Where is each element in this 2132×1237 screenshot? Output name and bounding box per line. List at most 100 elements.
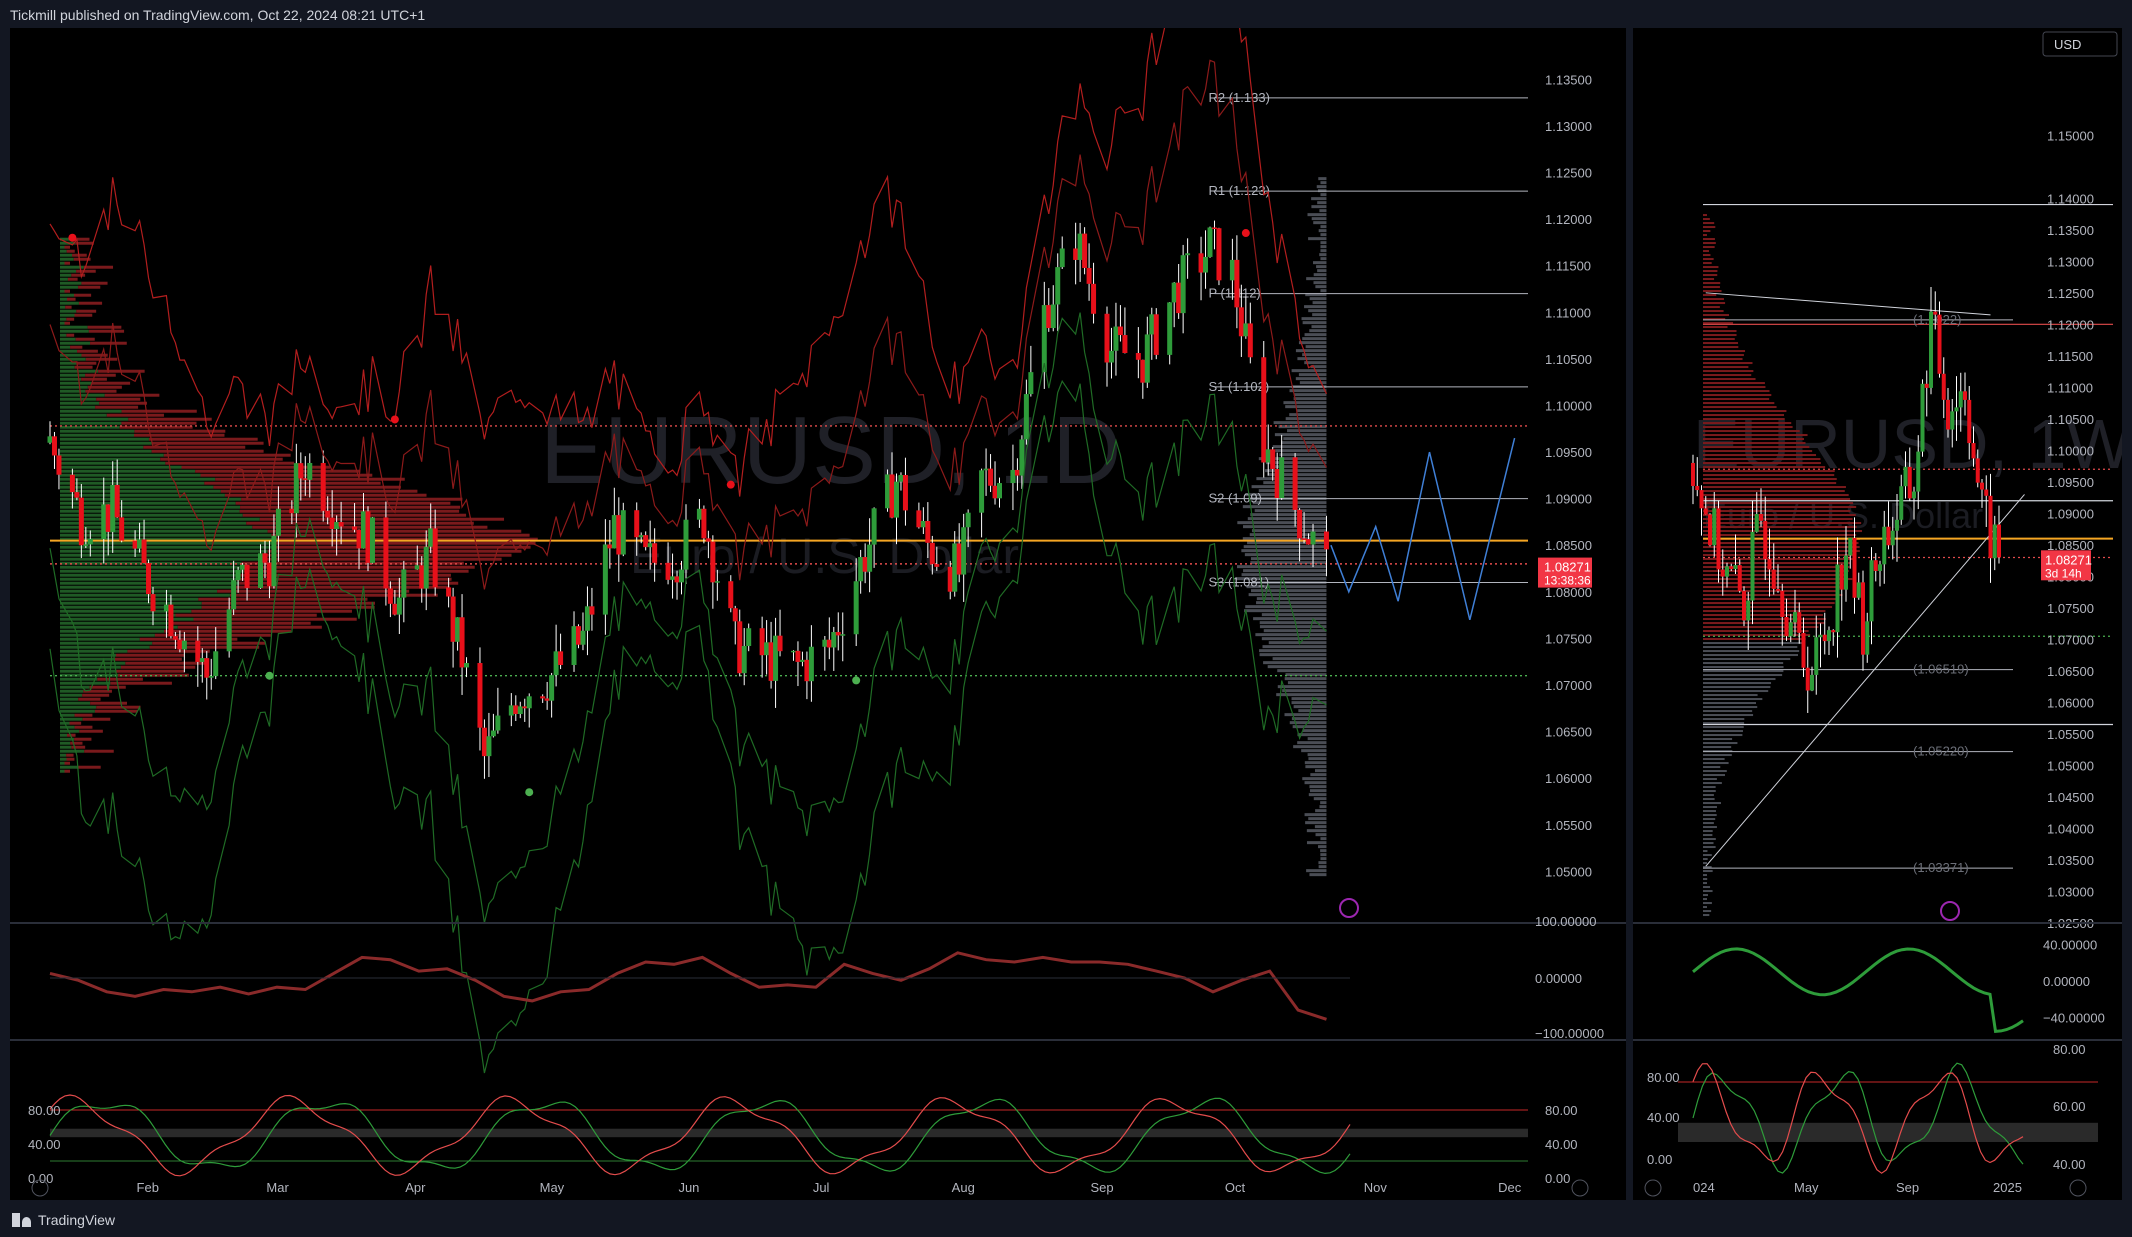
volume-profile-bar bbox=[1703, 882, 1707, 885]
price-axis-label: 1.07000 bbox=[2047, 632, 2094, 647]
volume-profile-bar-ask bbox=[125, 661, 206, 665]
volume-profile-bar bbox=[1703, 714, 1754, 717]
price-axis-label: 1.14000 bbox=[2047, 191, 2094, 206]
volume-profile-bar bbox=[1703, 854, 1712, 857]
volume-profile-bar bbox=[1703, 314, 1730, 317]
volume-profile-bar bbox=[1703, 422, 1792, 425]
daily-chart-svg[interactable]: EURUSD, 1DEuro / U.S. DollarR2 (1.133)R1… bbox=[10, 0, 1626, 1200]
countdown-label: 13:38:36 bbox=[1544, 574, 1591, 588]
volume-profile-bar-ask bbox=[152, 641, 265, 645]
volume-profile-bar-bid bbox=[60, 705, 97, 709]
volume-profile-bar-bid bbox=[60, 373, 86, 377]
volume-profile-bar-ask bbox=[149, 645, 260, 649]
session-volume-bar bbox=[1319, 209, 1327, 213]
volume-profile-bar-ask bbox=[271, 545, 531, 549]
session-volume-bar bbox=[1273, 421, 1327, 425]
candle-body bbox=[361, 511, 367, 549]
candle-body bbox=[419, 565, 425, 589]
tradingview-logo[interactable]: TradingView bbox=[12, 1212, 115, 1228]
candle-body bbox=[1835, 564, 1840, 633]
stoch-axis-label-left: 80.00 bbox=[1647, 1070, 1680, 1085]
momentum-axis-label: 0.00000 bbox=[2043, 974, 2090, 989]
session-volume-bar bbox=[1308, 757, 1327, 761]
volume-profile-bar bbox=[1703, 446, 1810, 449]
volume-profile-bar-ask bbox=[88, 329, 125, 333]
candle-body bbox=[401, 569, 407, 598]
candle-body bbox=[737, 621, 743, 674]
candle-body bbox=[213, 651, 219, 677]
candle-body bbox=[1963, 391, 1967, 400]
candle-body bbox=[898, 475, 904, 482]
volume-profile-bar bbox=[1703, 798, 1715, 801]
candle-body bbox=[961, 527, 967, 575]
a-icon[interactable] bbox=[1571, 1179, 1589, 1197]
candle-body bbox=[69, 474, 75, 493]
candle-body bbox=[759, 628, 765, 656]
volume-profile-bar-ask bbox=[191, 609, 352, 613]
volume-profile-bar bbox=[1703, 370, 1754, 373]
session-volume-bar bbox=[1305, 765, 1327, 769]
candle-body bbox=[1180, 255, 1186, 314]
volume-profile-bar-ask bbox=[139, 637, 238, 641]
volume-profile-bar-bid bbox=[60, 269, 77, 273]
volume-profile-bar-bid bbox=[60, 289, 65, 293]
volume-profile-bar-ask bbox=[198, 597, 368, 601]
session-volume-bar bbox=[1313, 221, 1327, 225]
session-volume-bar bbox=[1289, 389, 1327, 393]
volume-profile-bar bbox=[1703, 598, 1839, 601]
candle-body bbox=[808, 646, 814, 682]
candle-body bbox=[1019, 439, 1025, 476]
candle-body bbox=[589, 606, 595, 615]
z-icon[interactable] bbox=[1644, 1179, 1662, 1197]
volume-profile-bar-bid bbox=[60, 449, 152, 453]
volume-profile-bar-bid bbox=[60, 625, 178, 629]
candle-body bbox=[266, 562, 272, 587]
volume-profile-bar bbox=[1703, 234, 1707, 237]
candle-body bbox=[1310, 531, 1316, 545]
a-icon[interactable] bbox=[2069, 1179, 2087, 1197]
time-axis-label: Feb bbox=[137, 1180, 159, 1195]
volume-profile-bar bbox=[1703, 546, 1860, 549]
volume-profile-bar bbox=[1703, 614, 1823, 617]
weekly-chart-panel[interactable]: EURUSD, 1WEuro / U.S. Dollar(1.1022)(1.0… bbox=[1633, 28, 2132, 1200]
session-volume-bar bbox=[1320, 245, 1327, 249]
volume-profile-bar-ask bbox=[200, 473, 373, 477]
candle-body bbox=[1243, 323, 1249, 337]
session-volume-bar bbox=[1261, 613, 1327, 617]
candle-body bbox=[1708, 514, 1712, 546]
volume-profile-bar bbox=[1703, 250, 1709, 253]
volume-profile-bar-ask bbox=[66, 249, 75, 253]
price-axis-label: 1.05500 bbox=[1545, 818, 1592, 833]
volume-profile-bar-ask bbox=[229, 593, 438, 597]
daily-chart-panel[interactable]: EURUSD, 1D Euro / U.S. Dollar R2 (1.133) R1… bbox=[10, 0, 1626, 1200]
session-volume-bar bbox=[1320, 257, 1327, 261]
session-volume-bar bbox=[1304, 305, 1327, 309]
lightning-icon[interactable] bbox=[1339, 898, 1359, 918]
volume-profile-bar bbox=[1703, 618, 1826, 621]
price-axis-label: 1.06500 bbox=[1545, 725, 1592, 740]
volume-profile-bar bbox=[1703, 306, 1720, 309]
weekly-chart-svg[interactable]: EURUSD, 1WEuro / U.S. Dollar(1.1022)(1.0… bbox=[1633, 28, 2132, 1200]
lightning-icon[interactable] bbox=[1940, 901, 1960, 921]
price-axis-label: 1.11000 bbox=[2047, 380, 2093, 395]
session-volume-bar bbox=[1268, 641, 1327, 645]
candle-body bbox=[87, 538, 93, 545]
candle-body bbox=[195, 640, 201, 662]
volume-profile-bar bbox=[1703, 278, 1715, 281]
volume-profile-bar-bid bbox=[60, 637, 140, 641]
signal-dot bbox=[265, 671, 274, 680]
volume-profile-bar-bid bbox=[60, 501, 236, 505]
volume-profile-bar bbox=[1703, 730, 1743, 733]
candle-body bbox=[1323, 531, 1329, 550]
volume-profile-bar bbox=[1703, 790, 1716, 793]
volume-profile-bar-bid bbox=[60, 641, 153, 645]
time-axis-label: Sep bbox=[1091, 1180, 1114, 1195]
candle-body bbox=[522, 706, 528, 709]
volume-profile-bar-ask bbox=[267, 529, 522, 533]
volume-profile-bar bbox=[1703, 610, 1826, 613]
session-volume-bar bbox=[1243, 525, 1327, 529]
volume-profile-bar bbox=[1703, 342, 1739, 345]
volume-profile-bar-bid bbox=[60, 509, 240, 513]
volume-profile-bar bbox=[1703, 482, 1837, 485]
candle-body bbox=[696, 508, 702, 520]
